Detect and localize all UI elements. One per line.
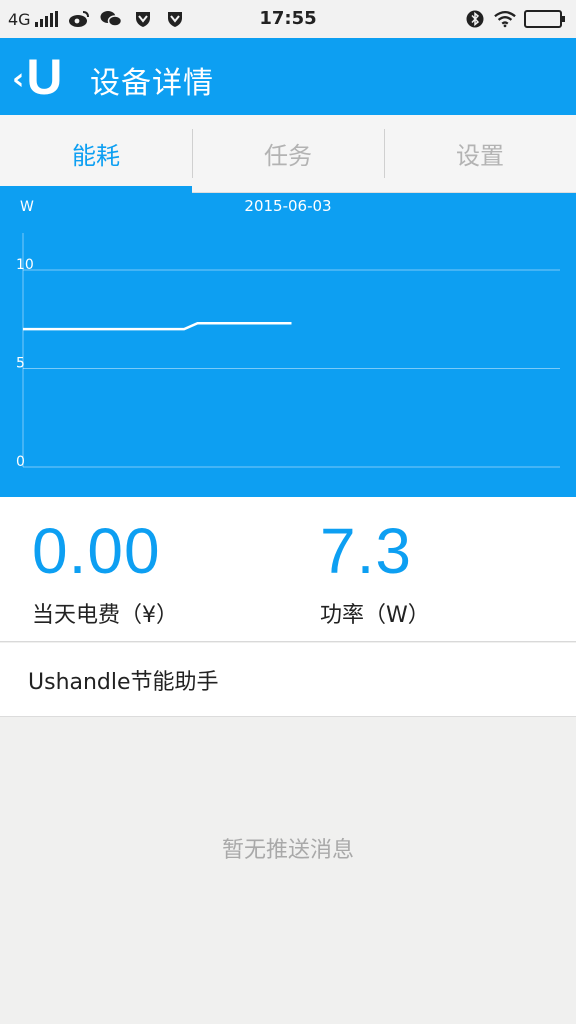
chart-svg: 0 5 10 W 2015-06-03 bbox=[16, 197, 560, 470]
chart-date-title: 2015-06-03 bbox=[244, 197, 331, 215]
y-tick-label: 0 bbox=[16, 454, 25, 470]
power-stat: 7.3 功率（W） bbox=[320, 519, 430, 629]
cost-value: 0.00 bbox=[32, 515, 161, 587]
back-arrow-icon: ‹ bbox=[12, 62, 25, 97]
tab-bar: 能耗 任务 设置 bbox=[0, 115, 576, 193]
message-source-row[interactable]: Ushandle节能助手 bbox=[0, 643, 576, 717]
y-tick-label: 5 bbox=[16, 356, 25, 372]
energy-chart: 0 5 10 W 2015-06-03 bbox=[0, 193, 576, 497]
power-label: 功率（W） bbox=[320, 603, 430, 628]
y-axis-label: W bbox=[20, 199, 34, 215]
stats-panel: 0.00 当天电费（¥） 7.3 功率（W） bbox=[0, 497, 576, 642]
battery-icon bbox=[524, 10, 565, 28]
wifi-icon bbox=[494, 8, 516, 30]
empty-message: 暂无推送消息 bbox=[221, 838, 354, 863]
power-line bbox=[23, 321, 292, 331]
status-right bbox=[464, 8, 565, 30]
cost-label: 当天电费（¥） bbox=[32, 603, 178, 628]
app-logo: U bbox=[26, 49, 63, 105]
cost-stat: 0.00 当天电费（¥） bbox=[32, 519, 178, 629]
power-value: 7.3 bbox=[320, 515, 412, 587]
y-tick-label: 10 bbox=[16, 257, 34, 273]
tab-tasks[interactable]: 任务 bbox=[192, 115, 384, 192]
tab-settings[interactable]: 设置 bbox=[384, 115, 576, 192]
page-title: 设备详情 bbox=[90, 66, 214, 101]
bluetooth-icon bbox=[464, 8, 486, 30]
message-source-label: Ushandle节能助手 bbox=[28, 669, 219, 695]
tab-energy[interactable]: 能耗 bbox=[0, 115, 192, 193]
status-bar: 4G 17:55 bbox=[0, 0, 576, 38]
app-header: ‹ U 设备详情 bbox=[0, 38, 576, 115]
back-button[interactable]: ‹ U bbox=[12, 52, 72, 102]
